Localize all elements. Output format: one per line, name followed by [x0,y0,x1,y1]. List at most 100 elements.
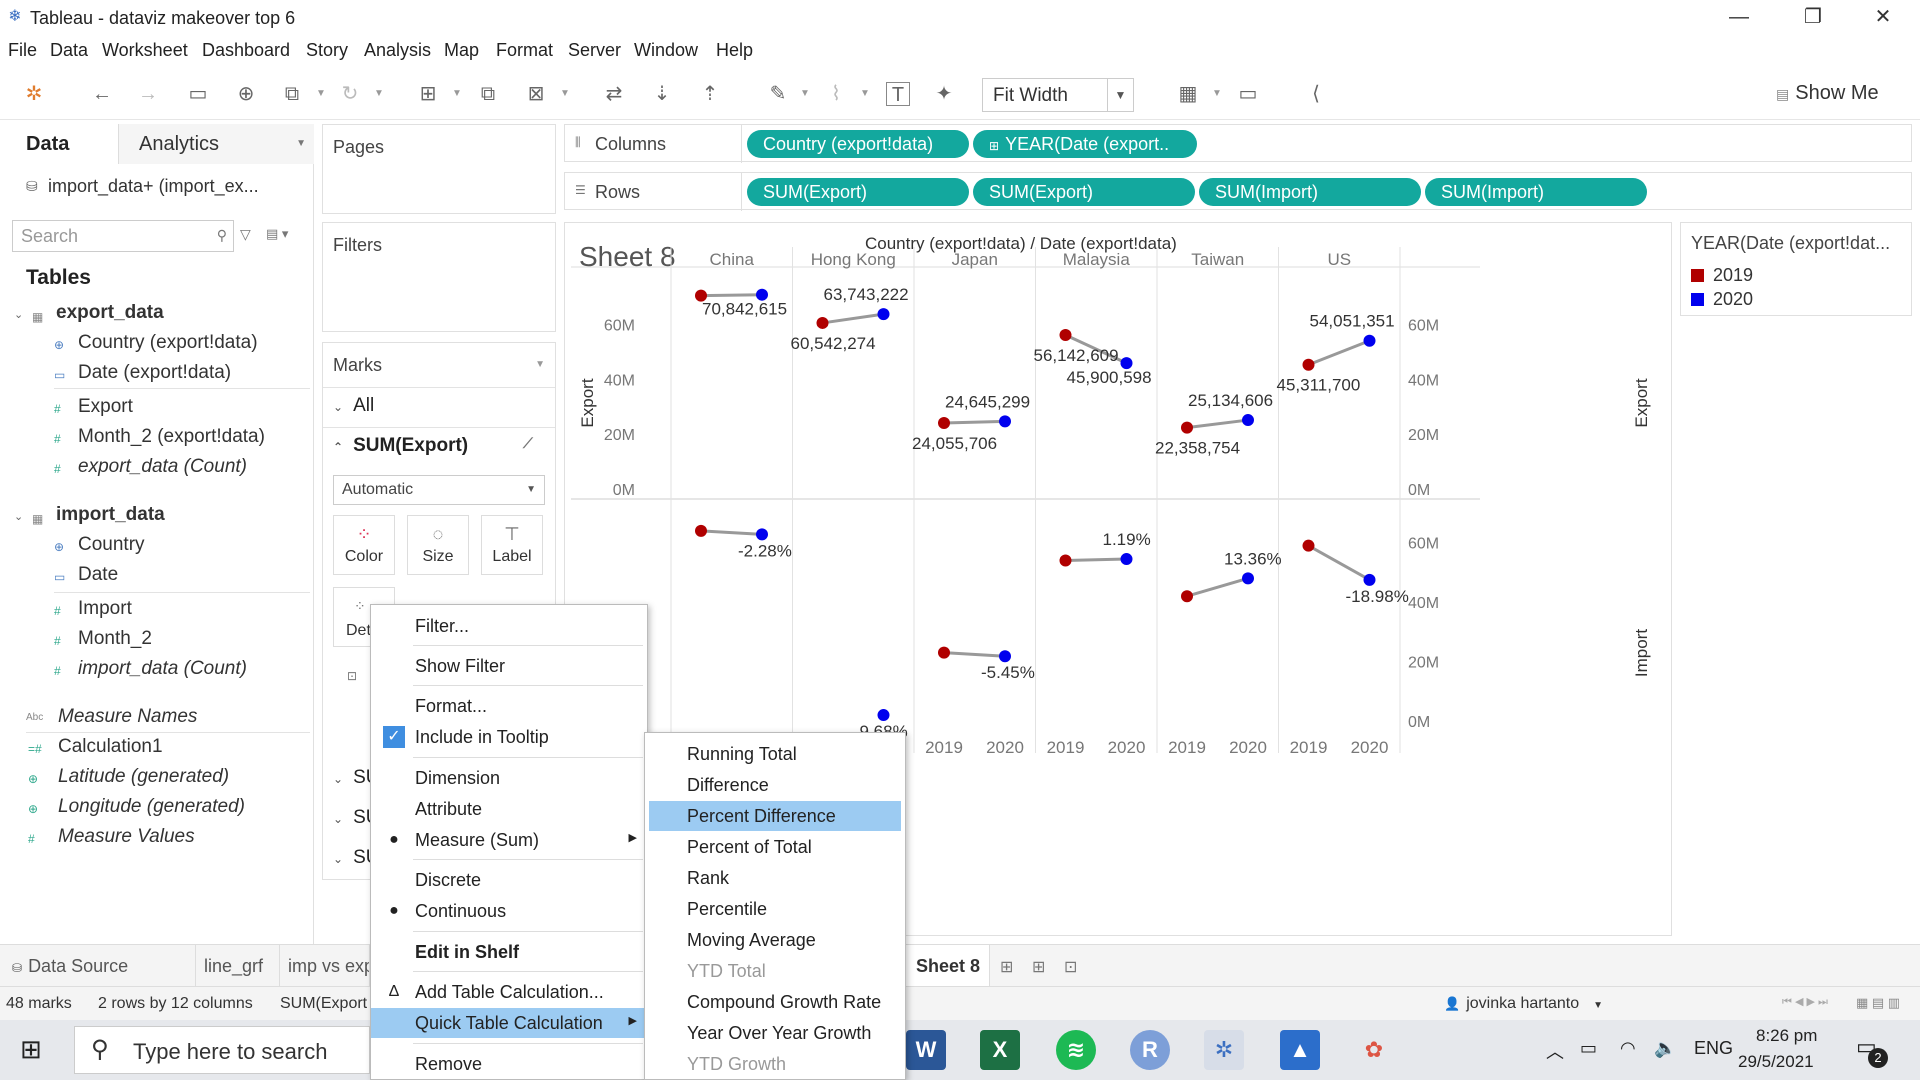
calc-running-total[interactable]: Running Total [649,739,901,769]
field-calculation1[interactable]: Calculation1 [58,736,163,758]
menu-item-format[interactable]: Format... [371,691,647,721]
menu-worksheet[interactable]: Worksheet [102,34,188,61]
tab-line-grf[interactable]: line_grf [196,945,280,987]
menu-item-attribute[interactable]: Attribute [371,794,647,824]
share-icon[interactable]: ⟨ [1304,82,1328,106]
spotify-icon[interactable]: ≋ [1056,1030,1096,1070]
calc-percent-difference[interactable]: Percent Difference [649,801,901,831]
menu-analysis[interactable]: Analysis [364,34,431,61]
pill-sum-import-2[interactable]: SUM(Import) [1425,178,1647,206]
filters-card[interactable]: Filters [322,222,556,332]
pause-dropdown-icon[interactable]: ▼ [316,88,326,99]
tab-sheet-8[interactable]: Sheet 8 [906,945,990,987]
new-story-icon[interactable]: ⊡ [1064,957,1077,977]
highlight-dropdown-icon[interactable]: ▼ [800,88,810,99]
field-export-count[interactable]: export_data (Count) [78,456,247,478]
show-me-button[interactable]: ▤ Show Me [1776,82,1879,105]
tab-data[interactable]: Data [0,124,118,164]
app-icon[interactable]: ✿ [1354,1030,1394,1070]
menu-server[interactable]: Server [568,34,621,61]
clock-time[interactable]: 8:26 pm [1756,1026,1817,1046]
menu-map[interactable]: Map [444,34,479,61]
datasource-item[interactable]: ⛁ import_data+ (import_ex... [26,176,259,197]
menu-item-dimension[interactable]: Dimension [371,763,647,793]
menu-dashboard[interactable]: Dashboard [202,34,290,61]
cards-dropdown-icon[interactable]: ▼ [1212,88,1222,99]
excel-icon[interactable]: X [980,1030,1020,1070]
refresh-dropdown-icon[interactable]: ▼ [374,88,384,99]
field-export[interactable]: Export [78,396,133,418]
field-measure-names[interactable]: Measure Names [58,706,197,728]
pill-sum-import-1[interactable]: SUM(Import) [1199,178,1421,206]
field-month2[interactable]: Month_2 [78,628,152,650]
field-latitude[interactable]: Latitude (generated) [58,766,229,788]
menu-item-quick-table-calc[interactable]: Quick Table Calculation ▶ [371,1008,647,1038]
field-date[interactable]: Date [78,564,118,586]
menu-item-add-table-calc[interactable]: Δ Add Table Calculation... [371,977,647,1007]
taskbar-search-input[interactable]: ⚲ Type here to search [74,1026,370,1074]
marks-all[interactable]: ⌄ All [333,395,374,417]
tooltip-icon[interactable]: ⊡ [347,669,357,683]
menu-story[interactable]: Story [306,34,348,61]
swap-icon[interactable]: ⇄ [602,82,626,106]
show-hidden-icons[interactable]: ︿ [1546,1038,1564,1064]
field-date-export[interactable]: Date (export!data) [78,362,231,384]
collapse-icon[interactable]: ⌄ [14,308,23,321]
menu-item-filter[interactable]: Filter... [371,611,647,641]
columns-shelf[interactable]: ⫼ Columns Country (export!data) ⊞ YEAR(Da… [564,124,1912,163]
restore-button[interactable]: ❐ [1790,4,1836,30]
new-worksheet-icon[interactable]: ⊞ [1000,957,1013,977]
table-export-data[interactable]: export_data [56,302,164,324]
menu-item-measure[interactable]: ● Measure (Sum) ▶ [371,825,647,855]
forward-icon[interactable]: → [136,82,160,106]
pause-updates-icon[interactable]: ⧉ [280,82,304,106]
show-cards-icon[interactable]: ▦ [1176,82,1200,106]
view-options-icon[interactable]: ▤ ▾ [266,226,288,242]
menu-format[interactable]: Format [496,34,553,61]
save-icon[interactable]: ▭ [186,82,210,106]
calc-year-over-year-growth[interactable]: Year Over Year Growth [649,1018,901,1048]
r-icon[interactable]: R [1130,1030,1170,1070]
tableau-taskbar-icon[interactable]: ✲ [1204,1030,1244,1070]
field-search-input[interactable]: Search ⚲ [12,220,234,252]
user-menu[interactable]: 👤 jovinka hartanto ▼ [1444,995,1603,1013]
color-button[interactable]: ⁘ Color [333,515,395,575]
close-button[interactable]: ✕ [1860,4,1906,30]
menu-window[interactable]: Window [634,34,698,61]
field-longitude[interactable]: Longitude (generated) [58,796,245,818]
battery-icon[interactable]: ▭ [1580,1038,1597,1059]
rows-shelf[interactable]: ☰ Rows SUM(Export) SUM(Export) SUM(Impor… [564,172,1912,211]
calc-percent-of-total[interactable]: Percent of Total [649,832,901,862]
pill-sum-export-2[interactable]: SUM(Export) [973,178,1195,206]
add-datasource-icon[interactable]: ⊕ [234,82,258,106]
year-legend[interactable]: YEAR(Date (export!dat... 2019 2020 [1680,222,1912,316]
field-import[interactable]: Import [78,598,132,620]
back-icon[interactable]: ← [90,82,114,106]
menu-file[interactable]: File [8,34,37,61]
mark-type-dropdown[interactable]: Automatic ▼ [333,475,545,505]
menu-help[interactable]: Help [716,34,753,61]
tab-imp-vs-exp[interactable]: imp vs exp [280,945,370,987]
field-month2-export[interactable]: Month_2 (export!data) [78,426,265,448]
group-dropdown-icon[interactable]: ▼ [860,88,870,99]
field-country[interactable]: Country [78,534,145,556]
minimize-button[interactable]: — [1716,4,1762,30]
marks-sum-export[interactable]: ⌃ SUM(Export) ⟋ [333,435,533,457]
field-country-export[interactable]: Country (export!data) [78,332,258,354]
pill-sum-export-1[interactable]: SUM(Export) [747,178,969,206]
show-labels-icon[interactable]: T [886,82,910,106]
menu-item-discrete[interactable]: Discrete [371,865,647,895]
calc-compound-growth-rate[interactable]: Compound Growth Rate [649,987,901,1017]
collapse-icon[interactable]: ⌄ [14,510,23,523]
wifi-icon[interactable]: ◠ [1620,1038,1636,1059]
table-import-data[interactable]: import_data [56,504,165,526]
menu-item-show-filter[interactable]: Show Filter [371,651,647,681]
clear-sheet-icon[interactable]: ⊠ [524,82,548,106]
pages-card[interactable]: Pages [322,124,556,214]
field-measure-values[interactable]: Measure Values [58,826,195,848]
calc-percentile[interactable]: Percentile [649,894,901,924]
photos-icon[interactable]: ▲ [1280,1030,1320,1070]
sort-descending-icon[interactable]: ⇡ [698,82,722,106]
sheet-nav-icons[interactable]: ⏮ ◀ ▶ ⏭ [1782,995,1828,1009]
volume-icon[interactable]: 🔈 [1654,1038,1676,1059]
